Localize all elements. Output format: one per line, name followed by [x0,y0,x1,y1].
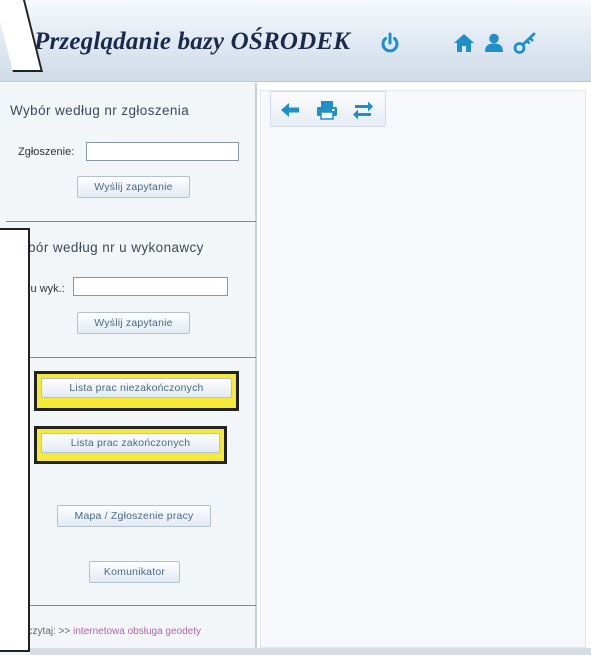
key-icon[interactable] [512,30,538,56]
content-toolbar [270,91,386,127]
section-title-contractor-number: bór według nr u wykonawcy [28,240,204,255]
map-report-button[interactable]: Mapa / Zgłoszenie pracy [57,505,211,527]
bottom-border [30,648,591,655]
back-arrow-icon[interactable] [278,98,302,122]
send-query-button-1[interactable]: Wyślij zapytanie [77,176,190,198]
geodesist-service-link[interactable]: internetowa obsługa geodety [73,626,201,637]
header-bar: Przeglądanie bazy OŚRODEK [0,0,591,82]
section-divider [6,605,256,606]
section-title-request-number: Wybór według nr zgłoszenia [10,103,190,118]
refresh-icon[interactable] [351,98,375,122]
send-query-button-2[interactable]: Wyślij zapytanie [77,312,190,334]
home-icon[interactable] [451,30,477,56]
unfinished-works-button[interactable]: Lista prac niezakończonych [41,378,232,398]
section-divider [6,221,256,222]
highlight-frame-finished: Lista prac zakończonych [34,426,227,464]
power-icon[interactable] [377,30,403,56]
footer-read-more: eczytaj: >> internetowa obsługa geodety [22,626,201,637]
contractor-number-input[interactable] [73,277,228,296]
section-divider [6,357,256,358]
page-title: Przeglądanie bazy OŚRODEK [34,28,351,55]
highlight-frame-unfinished: Lista prac niezakończonych [34,371,239,411]
print-icon[interactable] [315,98,339,122]
messenger-button[interactable]: Komunikator [89,561,180,583]
request-number-label: Zgłoszenie: [18,146,75,158]
user-icon[interactable] [481,30,507,56]
request-number-input[interactable] [86,142,239,161]
content-area [260,90,586,648]
finished-works-button[interactable]: Lista prac zakończonych [41,433,220,453]
callout-left-panel [0,228,30,652]
